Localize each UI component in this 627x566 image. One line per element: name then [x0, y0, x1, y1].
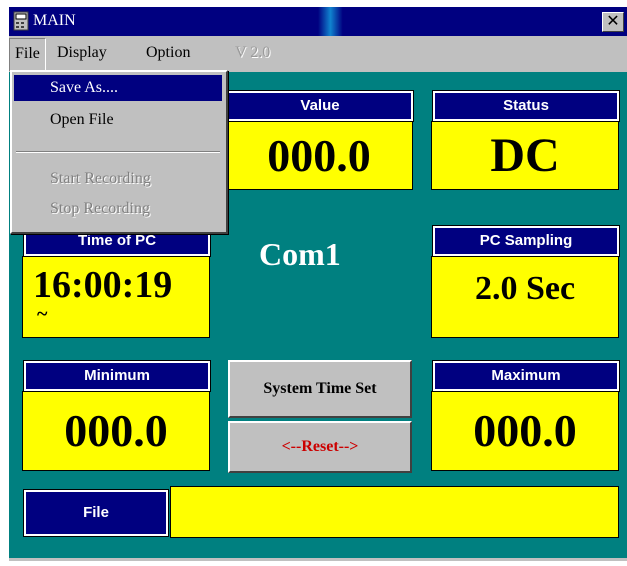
start-recording-label: Start Recording	[50, 170, 151, 187]
minimum-display: 000.0	[22, 391, 210, 471]
maximum-reading: 000.0	[473, 405, 577, 456]
file-dropdown-menu: Save As.... Open File Start Recording St…	[10, 70, 228, 234]
status-reading: DC	[490, 129, 560, 182]
time-pc-display: 16:00:19 ~	[22, 256, 210, 338]
menu-version: V 2.0	[235, 44, 271, 61]
status-label: Status	[503, 97, 549, 114]
menu-separator	[16, 151, 220, 153]
reset-label: <--Reset-->	[281, 438, 359, 455]
open-file-label: Open File	[50, 111, 114, 128]
menu-item-start-recording: Start Recording	[14, 166, 222, 192]
value-label: Value	[300, 97, 340, 114]
time-pc-label: Time of PC	[77, 232, 157, 249]
maximum-display: 000.0	[431, 391, 619, 471]
file-path-field[interactable]	[170, 486, 619, 538]
minimum-label: Minimum	[84, 367, 150, 384]
close-icon: ✕	[606, 13, 620, 30]
status-header: Status	[433, 91, 619, 121]
menu-item-open-file[interactable]: Open File	[14, 107, 222, 133]
title-bar[interactable]: MAIN ✕	[9, 7, 627, 36]
minimum-reading: 000.0	[64, 405, 168, 456]
minimum-header: Minimum	[24, 361, 210, 391]
pc-sampling-display: 2.0 Sec	[431, 256, 619, 338]
meter-app-icon	[13, 11, 29, 31]
main-window: MAIN ✕ File Display Option V 2.0 Value 0…	[9, 7, 627, 561]
menu-display[interactable]: Display	[57, 44, 107, 62]
menu-option[interactable]: Option	[146, 44, 190, 62]
time-pc-reading: 16:00:19	[33, 264, 173, 306]
stop-recording-label: Stop Recording	[50, 200, 150, 217]
pc-sampling-header: PC Sampling	[433, 226, 619, 256]
pc-sampling-label: PC Sampling	[479, 232, 573, 249]
file-bar-label: File	[83, 504, 109, 521]
maximum-header: Maximum	[433, 361, 619, 391]
reset-button[interactable]: <--Reset-->	[228, 421, 412, 473]
menu-file[interactable]: File	[9, 38, 46, 72]
menu-item-save-as[interactable]: Save As....	[14, 75, 222, 101]
menu-item-stop-recording: Stop Recording	[14, 196, 222, 222]
maximum-label: Maximum	[491, 367, 561, 384]
status-display: DC	[431, 121, 619, 190]
system-time-set-label: System Time Set	[263, 380, 377, 397]
value-header: Value	[227, 91, 413, 121]
window-title: MAIN	[33, 12, 76, 29]
time-pc-sub: ~	[37, 303, 48, 325]
value-display: 000.0	[225, 121, 413, 190]
system-time-set-button[interactable]: System Time Set	[228, 360, 412, 418]
menu-bar: File Display Option V 2.0	[9, 36, 627, 72]
pc-sampling-reading: 2.0 Sec	[474, 270, 576, 307]
value-reading: 000.0	[267, 130, 371, 181]
save-as-label: Save As....	[50, 79, 118, 96]
close-button[interactable]: ✕	[602, 12, 624, 32]
file-bar-label-box: File	[24, 490, 168, 536]
com-port-label: Com1	[259, 236, 341, 272]
